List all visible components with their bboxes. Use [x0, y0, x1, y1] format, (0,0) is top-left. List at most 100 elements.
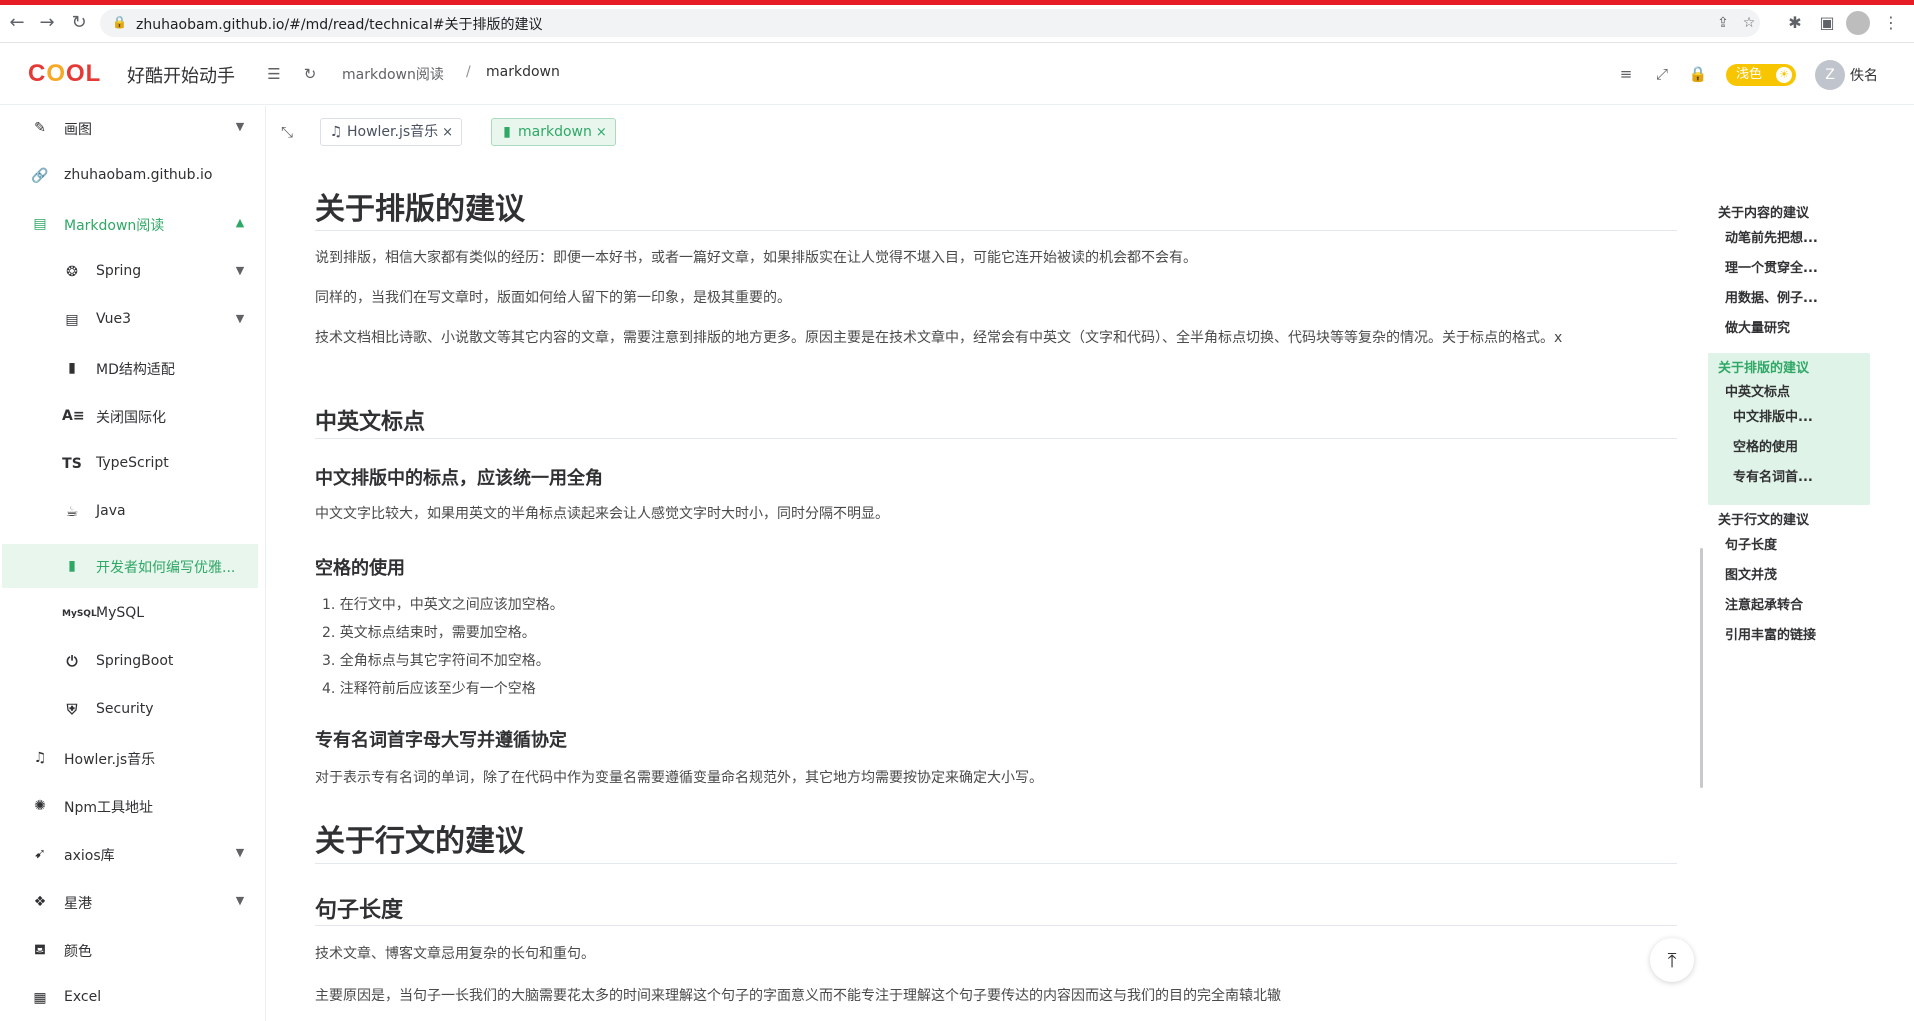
- close-icon[interactable]: ×: [442, 120, 453, 146]
- breadcrumb-markdown[interactable]: markdown: [486, 64, 560, 80]
- sidebar-item-excel[interactable]: ▦ Excel: [0, 976, 265, 1020]
- breadcrumb-separator: /: [466, 64, 471, 80]
- back-arrow-icon[interactable]: ←: [6, 12, 28, 34]
- breadcrumb-markdown-read[interactable]: markdown阅读: [342, 64, 444, 84]
- profile-avatar-icon[interactable]: [1846, 11, 1870, 35]
- toc-item[interactable]: 用数据、例子...: [1725, 287, 1818, 306]
- translate-icon[interactable]: ≡: [1616, 64, 1636, 84]
- sidebar-item-label: 颜色: [64, 944, 92, 960]
- octopus-icon: ✺: [34, 798, 46, 814]
- username[interactable]: 佚名: [1850, 65, 1878, 85]
- close-icon[interactable]: ×: [596, 120, 607, 146]
- toc-item[interactable]: 专有名词首...: [1733, 466, 1813, 485]
- sidebar-item-color[interactable]: ⛾ 颜色: [0, 928, 265, 972]
- ts-icon: TS: [62, 456, 82, 472]
- toc-item[interactable]: 做大量研究: [1725, 317, 1790, 336]
- toc-item[interactable]: 中文排版中...: [1733, 406, 1813, 425]
- bookmark-star-icon[interactable]: ☆: [1740, 14, 1758, 32]
- paragraph: 技术文档相比诗歌、小说散文等其它内容的文章，需要注意到排版的地方更多。原因主要是…: [315, 330, 1563, 346]
- divider: [315, 863, 1677, 864]
- sun-icon: ☀: [1776, 67, 1792, 83]
- avatar[interactable]: Z: [1815, 60, 1845, 90]
- sidebar: ✎ 画图 ▼ 🔗 zhuhaobam.github.io ▤ Markdown阅…: [0, 106, 266, 1021]
- fullscreen-icon[interactable]: ⤢: [1652, 64, 1672, 84]
- sidebar-item-java[interactable]: ☕ Java: [0, 490, 265, 534]
- sidebar-item-elegant-docs[interactable]: ▮ 开发者如何编写优雅...: [2, 544, 258, 588]
- sidebar-item-npm[interactable]: ✺ Npm工具地址: [0, 784, 265, 828]
- divider: [315, 925, 1677, 926]
- heading-proper-nouns: 专有名词首字母大写并遵循协定: [315, 730, 567, 751]
- sidepanel-icon[interactable]: ▣: [1816, 12, 1838, 34]
- book-icon: ▤: [33, 216, 47, 232]
- sidebar-item-label: MD结构适配: [96, 362, 175, 378]
- collapse-menu-icon[interactable]: ☰: [264, 64, 284, 84]
- forward-arrow-icon[interactable]: →: [36, 12, 58, 34]
- list-item: 4. 注释符前后应该至少有一个空格: [322, 681, 536, 697]
- sidebar-item-spring[interactable]: ❂ Spring ▼: [0, 250, 265, 294]
- sidebar-item-vue3[interactable]: ▤ Vue3 ▼: [0, 298, 265, 342]
- url-text[interactable]: zhuhaobam.github.io/#/md/read/technical#…: [136, 14, 542, 34]
- expand-icon[interactable]: ⤡: [277, 122, 297, 142]
- toc-item[interactable]: 动笔前先把想...: [1725, 227, 1818, 246]
- shield-icon: ⛨: [66, 702, 78, 718]
- sidebar-item-i18n[interactable]: A≡ 关闭国际化: [0, 394, 265, 438]
- toc-item[interactable]: 理一个贯穿全...: [1725, 257, 1818, 276]
- article-content: 关于排版的建议 说到排版，相信大家都有类似的经历：即便一本好书，或者一篇好文章，…: [290, 180, 1690, 1021]
- sidebar-item-xinggang[interactable]: ❖ 星港 ▼: [0, 880, 265, 924]
- sidebar-item-springboot[interactable]: ⏻ SpringBoot: [0, 640, 265, 684]
- toc-item-active[interactable]: 关于排版的建议: [1718, 357, 1809, 376]
- toc-item[interactable]: 空格的使用: [1733, 436, 1798, 455]
- sidebar-item-draw[interactable]: ✎ 画图 ▼: [0, 106, 265, 150]
- divider: [315, 438, 1677, 439]
- paragraph: 主要原因是，当句子一长我们的大脑需要花太多的时间来理解这个句子的字面意义而不能专…: [315, 988, 1281, 1004]
- heading-fullwidth: 中文排版中的标点，应该统一用全角: [315, 468, 603, 489]
- menu-dots-icon[interactable]: ⋮: [1880, 12, 1902, 34]
- share-icon[interactable]: ⇪: [1714, 14, 1732, 32]
- cool-logo[interactable]: COOL: [28, 61, 100, 87]
- extensions-icon[interactable]: ✱: [1784, 12, 1806, 34]
- sidebar-item-markdown-read[interactable]: ▤ Markdown阅读 ▲: [0, 202, 265, 246]
- sidebar-item-label: zhuhaobam.github.io: [64, 167, 213, 183]
- book-icon: ▤: [65, 312, 79, 328]
- paragraph: 对于表示专有名词的单词，除了在代码中作为变量名需要遵循变量命名规范外，其它地方均…: [315, 770, 1043, 786]
- music-icon: ♫: [329, 124, 343, 140]
- sidebar-item-howler[interactable]: ♫ Howler.js音乐: [0, 736, 265, 780]
- sidebar-item-github[interactable]: 🔗 zhuhaobam.github.io: [0, 154, 265, 198]
- toc-item[interactable]: 引用丰富的链接: [1725, 624, 1816, 643]
- rocket-icon: ➹: [34, 846, 46, 862]
- sidebar-item-label: 开发者如何编写优雅...: [96, 560, 236, 576]
- translate-icon: A≡: [62, 408, 85, 424]
- toc-item[interactable]: 注意起承转合: [1725, 594, 1803, 613]
- toc-item[interactable]: 中英文标点: [1725, 381, 1790, 400]
- toc-item[interactable]: 图文并茂: [1725, 564, 1777, 583]
- refresh-icon[interactable]: ↻: [300, 64, 320, 84]
- sidebar-item-mysql[interactable]: MySQL MySQL: [0, 592, 265, 636]
- back-to-top-icon[interactable]: ⤒: [1650, 938, 1694, 982]
- site-title: 好酷开始动手: [127, 66, 235, 87]
- content-scrollbar[interactable]: [1700, 548, 1703, 788]
- theme-toggle[interactable]: 浅色 ☀: [1726, 64, 1796, 86]
- tab-markdown[interactable]: ▮ markdown ×: [491, 118, 616, 146]
- mysql-icon: MySQL: [62, 609, 97, 619]
- lock-screen-icon[interactable]: 🔒: [1688, 64, 1708, 84]
- sidebar-item-label: Markdown阅读: [64, 218, 165, 234]
- sidebar-item-md-adapt[interactable]: ▮ MD结构适配: [0, 346, 265, 390]
- sidebar-item-security[interactable]: ⛨ Security: [0, 688, 265, 732]
- chevron-down-icon: ▼: [235, 894, 245, 907]
- reload-icon[interactable]: ↻: [68, 12, 90, 34]
- tab-howler[interactable]: ♫ Howler.js音乐 ×: [320, 118, 463, 146]
- sidebar-item-label: Security: [96, 701, 154, 717]
- toc-item[interactable]: 关于行文的建议: [1718, 509, 1809, 528]
- sidebar-item-label: Spring: [96, 263, 142, 279]
- heading-sentence-length: 句子长度: [315, 898, 404, 923]
- sidebar-item-label: 星港: [64, 896, 92, 912]
- sidebar-item-typescript[interactable]: TS TypeScript: [0, 442, 265, 486]
- sidebar-item-axios[interactable]: ➹ axios库 ▼: [0, 832, 265, 876]
- toc-item[interactable]: 关于内容的建议: [1718, 202, 1809, 221]
- sidebar-item-label: 画图: [64, 122, 92, 138]
- toc-item[interactable]: 句子长度: [1725, 534, 1777, 553]
- sidebar-item-label: axios库: [64, 848, 115, 864]
- address-bar[interactable]: 🔒 zhuhaobam.github.io/#/md/read/technica…: [100, 9, 1760, 37]
- excel-icon: ▦: [33, 990, 47, 1006]
- sidebar-item-label: 关闭国际化: [96, 410, 166, 426]
